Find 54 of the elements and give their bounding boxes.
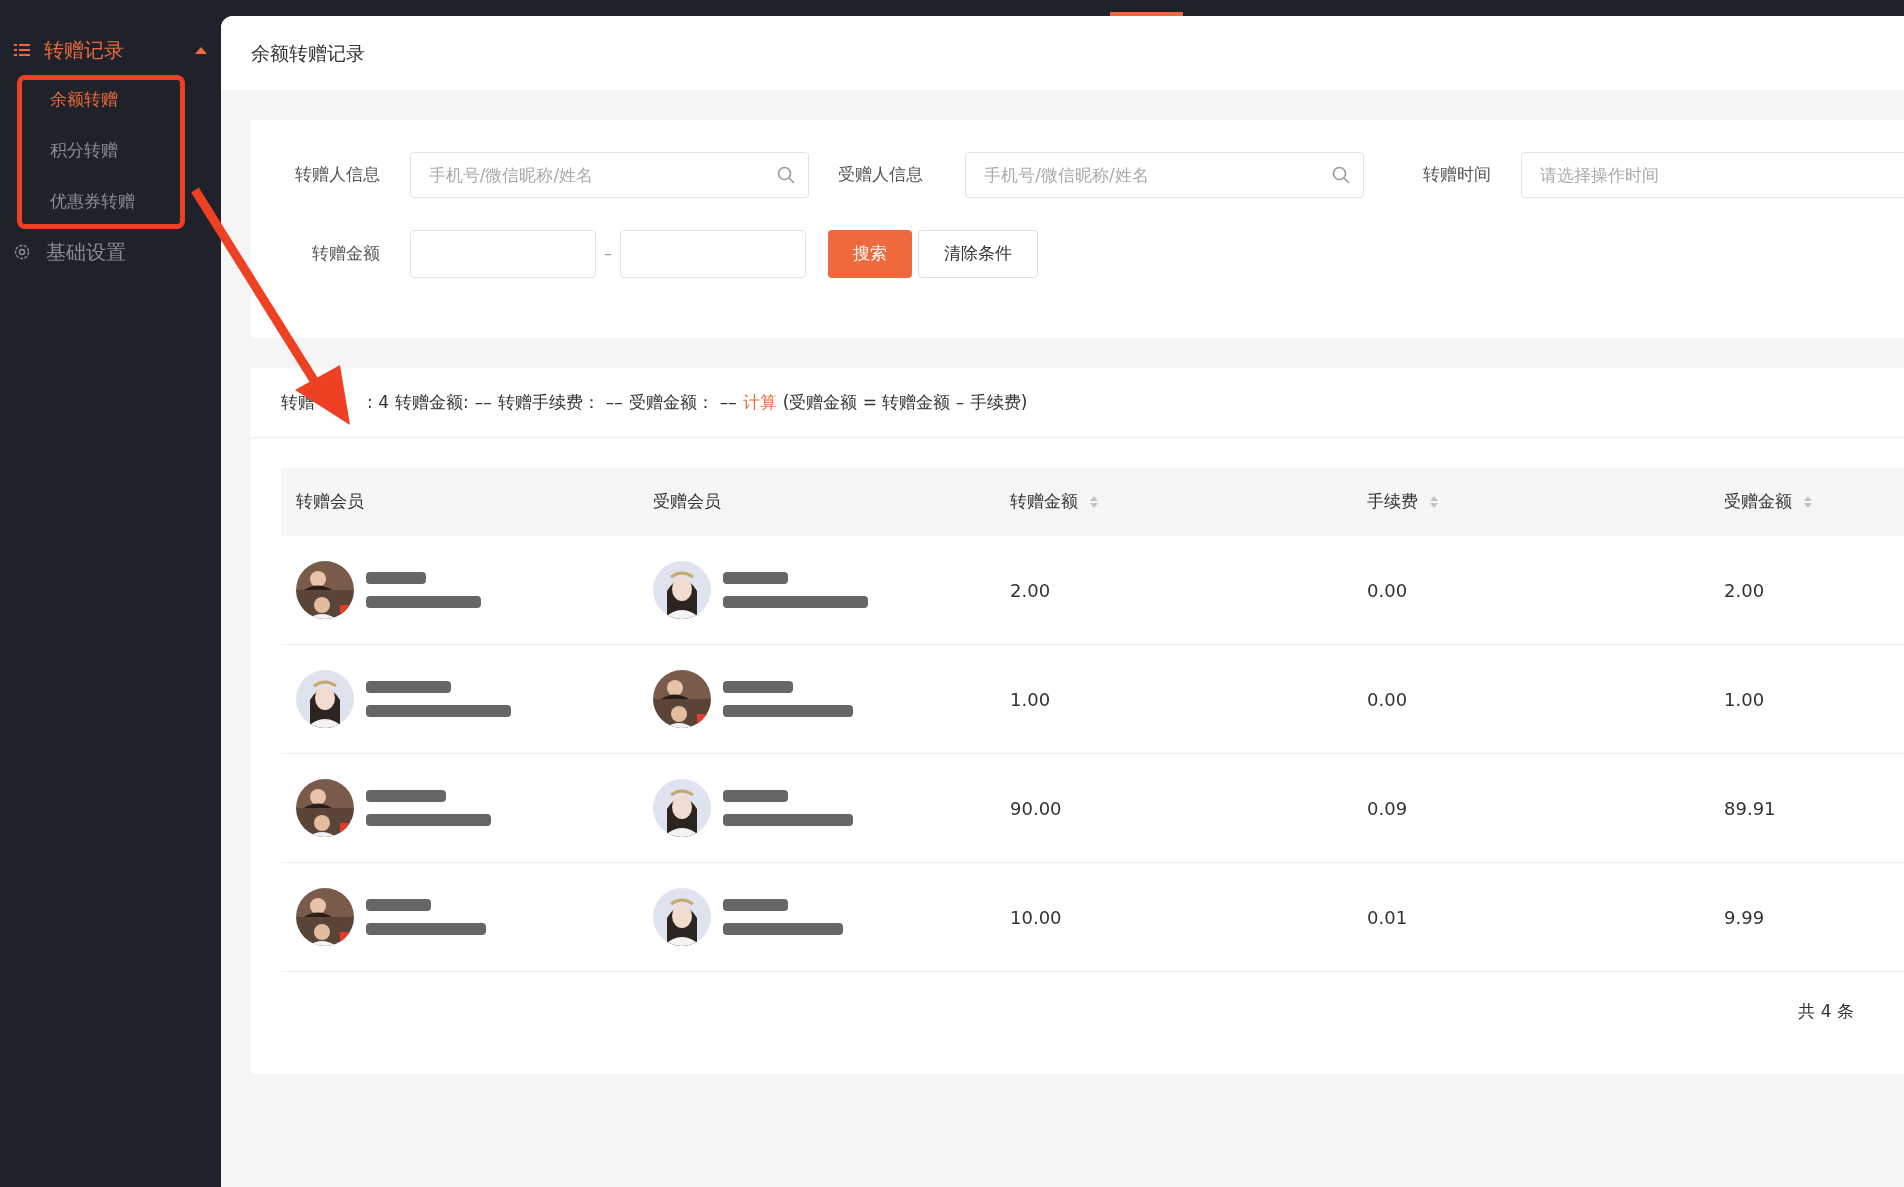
clear-button[interactable]: 清除条件 <box>918 230 1038 278</box>
table-cell-text: 0.00 <box>1367 687 1409 712</box>
sort-icon[interactable] <box>1804 496 1812 508</box>
table-cell-text: 2.00 <box>1724 578 1766 603</box>
search-field[interactable]: 手机号/微信昵称/姓名 <box>409 152 809 198</box>
page-title: 余额转赠记录 <box>251 40 365 66</box>
field-label: 受赠人信息 <box>837 163 925 187</box>
sidebar-item[interactable]: 积分转赠 <box>0 125 221 176</box>
table-cell-text: 89.91 <box>1724 796 1777 821</box>
table-cell-text: 90.00 <box>1010 796 1063 821</box>
table-cell-text: 0.00 <box>1367 578 1409 603</box>
table-cell-text: 2.00 <box>1010 578 1052 603</box>
column-header: 转赠金额 <box>1010 490 1078 514</box>
sidebar-group[interactable]: 转赠记录 <box>0 30 221 70</box>
table-cell-text: 0.01 <box>1367 905 1409 930</box>
column-header: 受赠金额 <box>1724 490 1792 514</box>
field-label: 转赠金额 <box>311 242 381 266</box>
sort-icon[interactable] <box>1090 496 1098 508</box>
field-label: 转赠人信息 <box>295 163 381 187</box>
summary-value: –– <box>474 390 492 414</box>
search-icon[interactable] <box>776 166 795 184</box>
table-cell-text: 10.00 <box>1010 905 1063 930</box>
sidebar-item[interactable]: 余额转赠 <box>0 74 221 125</box>
sidebar-item-label: 基础设置 <box>46 239 126 266</box>
total-count: 共 4 条 <box>1798 1000 1854 1024</box>
column-header: 手续费 <box>1367 490 1418 514</box>
summary-label: 受赠金额： <box>628 390 714 414</box>
search-button[interactable]: 搜索 <box>828 230 912 278</box>
calculate-link[interactable]: 计算 <box>742 389 777 416</box>
summary-value: : 4 <box>367 390 389 414</box>
settings-icon <box>14 244 30 260</box>
formula-text: (受赠金额 = 转赠金额 – 手续费) <box>782 390 1028 414</box>
table-cell-text: 9.99 <box>1724 905 1766 930</box>
summary-label: 转赠金额: <box>394 390 469 414</box>
table-cell-text: 1.00 <box>1010 687 1052 712</box>
table-cell-text: 0.09 <box>1367 796 1409 821</box>
list-icon <box>14 44 30 56</box>
sidebar-item[interactable]: 基础设置 <box>0 229 221 275</box>
field-label: 转赠时间 <box>1422 163 1492 187</box>
sidebar-item[interactable]: 优惠券转赠 <box>0 176 221 227</box>
summary-value: –– <box>719 390 737 414</box>
date-field[interactable]: 请选择操作时间 <box>1521 152 1904 198</box>
sidebar-group-label: 转赠记录 <box>44 37 125 64</box>
search-icon[interactable] <box>1332 166 1351 184</box>
summary-label: 转赠手续费： <box>497 390 600 414</box>
column-header: 转赠会员 <box>296 490 364 514</box>
min-amount-field[interactable] <box>410 230 596 278</box>
summary-value: –– <box>605 390 623 414</box>
max-amount-field[interactable] <box>620 230 806 278</box>
search-field[interactable]: 手机号/微信昵称/姓名 <box>965 152 1365 198</box>
table-cell-text: 1.00 <box>1724 687 1766 712</box>
column-header: 受赠会员 <box>653 490 721 514</box>
range-separator: – <box>603 243 613 265</box>
sort-icon[interactable] <box>1430 496 1438 508</box>
